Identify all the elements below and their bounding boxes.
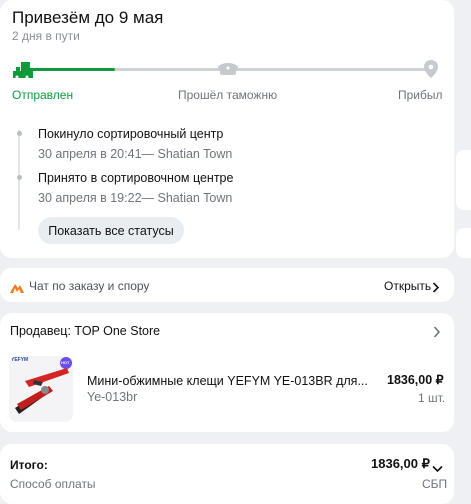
chevron-right-icon[interactable] [433,325,441,338]
chat-flag-icon [10,280,24,293]
product-price: 1836,00 ₽ [387,373,444,387]
timeline-dot [16,131,22,136]
total-amount: 1836,00 ₽ [371,456,430,471]
product-title[interactable]: Мини-обжимные клещи YEFYM YE-013BR для..… [87,374,368,388]
payment-method-label: Способ оплаты [10,477,96,491]
event-title: Принято в сортировочном центре [38,171,234,185]
chat-label: Чат по заказу и спору [29,279,150,293]
customs-cap-icon [217,62,239,76]
chevron-down-icon[interactable] [432,460,443,473]
delivery-title: Привезём до 9 мая [12,8,164,27]
product-quantity: 1 шт. [418,391,446,405]
truck-icon [13,60,33,79]
event-title: Покинуло сортировочный центр [38,127,224,141]
chat-open-link[interactable]: Открыть [384,279,431,293]
location-pin-icon [424,60,438,78]
adjacent-panel-edge [456,228,471,258]
timeline-dot [16,175,22,180]
timeline-line [18,130,20,230]
total-label: Итого: [10,458,48,472]
seller-card: Продавец: TOP One Store YEFYM HOT Мини-о… [0,313,454,432]
delivery-card: Привезём до 9 мая 2 дня в пути Отправлен… [0,0,454,258]
product-image[interactable]: YEFYM HOT [9,356,73,422]
stage-label-customs: Прошёл таможню [178,88,278,102]
stage-label-sent: Отправлен [12,88,74,102]
show-all-statuses-button[interactable]: Показать все статусы [38,217,184,244]
crimping-pliers-illustration [15,368,69,414]
stage-label-arrived: Прибыл [398,88,443,102]
event-meta: 30 апреля в 19:22— Shatian Town [38,191,233,205]
progress-track-fill [22,68,115,71]
product-sku: Ye-013br [87,390,138,404]
chat-row[interactable]: Чат по заказу и спору Открыть [0,268,454,302]
delivery-subtitle: 2 дня в пути [12,29,80,43]
payment-method-value: СБП [422,477,448,491]
total-card: Итого: 1836,00 ₽ Способ оплаты СБП [0,444,454,504]
adjacent-panel-edge [456,150,471,210]
event-meta: 30 апреля в 20:41— Shatian Town [38,147,233,161]
seller-name-link[interactable]: Продавец: TOP One Store [10,324,160,338]
chevron-right-icon [432,280,440,293]
